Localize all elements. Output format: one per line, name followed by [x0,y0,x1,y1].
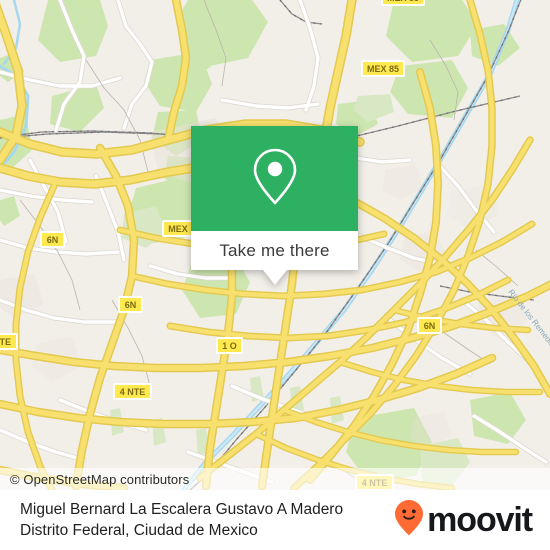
shield-6n-mid: 6N [118,296,143,313]
callout-action-area[interactable]: Take me there [191,231,358,270]
map-pin-icon [249,146,301,211]
location-title-line1: Miguel Bernard La Escalera Gustavo A Mad… [20,501,344,518]
moovit-brand[interactable]: moovit [394,499,533,542]
svg-text:6N: 6N [47,235,59,245]
shield-nte-edge: NTE [0,333,18,350]
take-me-there-label: Take me there [219,240,330,260]
shield-1o: 1 O [216,337,243,354]
moovit-pin-icon [394,499,424,542]
svg-text:MEX: MEX [168,224,188,234]
footer-bar: Miguel Bernard La Escalera Gustavo A Mad… [0,490,550,550]
shield-4nte-left: 4 NTE [113,383,152,400]
svg-text:1 O: 1 O [222,341,237,351]
shield-6n-left: 6N [40,231,65,248]
shield-mex85-top: MEX 85 [381,0,425,6]
attribution-text: © OpenStreetMap contributors [10,471,190,487]
location-title: Miguel Bernard La Escalera Gustavo A Mad… [20,499,343,541]
svg-text:MEX 85: MEX 85 [367,64,399,74]
svg-text:6N: 6N [125,300,137,310]
map-attribution: © OpenStreetMap contributors [0,468,550,490]
svg-text:NTE: NTE [0,337,11,347]
callout-tail [262,270,287,285]
svg-text:4 NTE: 4 NTE [120,387,146,397]
take-me-there-callout[interactable]: Take me there [191,126,358,285]
map-page: .park { fill:#cde6b0; } .park2 { fill:#d… [0,0,550,550]
shield-6n-right: 6N [417,317,442,334]
svg-text:6N: 6N [424,321,436,331]
location-title-line2: Distrito Federal, Ciudad de Mexico [20,522,258,539]
callout-icon-area [191,126,358,231]
shield-mex85: MEX 85 [361,60,405,77]
shield-mex-center: MEX [162,220,194,237]
svg-text:MEX 85: MEX 85 [387,0,419,3]
moovit-wordmark: moovit [427,501,533,539]
